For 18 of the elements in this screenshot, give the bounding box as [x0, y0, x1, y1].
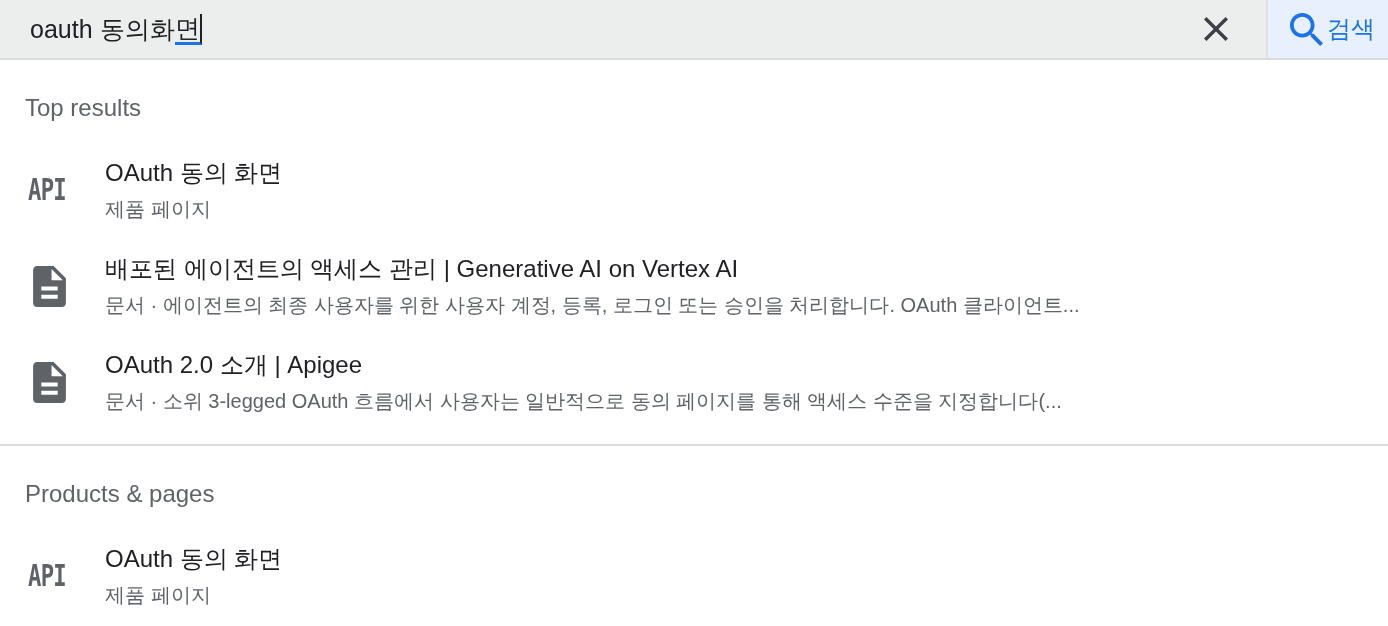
section-heading: Top results — [24, 94, 143, 122]
result-description: 문서 · 에이전트의 최종 사용자를 위한 사용자 계정, 등록, 로그인 또는 승인을 처리합니다. OAuth 클라이언트... — [105, 294, 1080, 316]
result-title[interactable]: OAuth 동의 화면 — [105, 545, 283, 572]
result-description: 문서 · 소위 3-legged OAuth 흐름에서 사용자는 일반적으로 동의 페이지를 통해 액세스 수준을 지정합니다(... — [105, 390, 1062, 412]
search-button[interactable]: 검색 — [1266, 0, 1388, 58]
result-title[interactable]: OAuth 2.0 소개 | Apigee — [105, 351, 363, 378]
api-label: API — [28, 175, 66, 205]
section-heading: Products & pages — [24, 480, 216, 508]
search-field[interactable]: oauth 동의화면 — [0, 0, 1166, 58]
result-description: 제품 페이지 — [105, 198, 211, 220]
document-icon — [33, 265, 66, 307]
close-icon — [1204, 17, 1228, 41]
api-label: API — [28, 561, 66, 591]
search-icon — [1290, 12, 1323, 46]
result-title[interactable]: OAuth 동의 화면 — [105, 159, 283, 186]
result-title[interactable]: 배포된 에이전트의 액세스 관리 | Generative AI on Vertex AI — [105, 255, 739, 282]
result-description: 제품 페이지 — [105, 584, 211, 606]
document-icon — [33, 361, 66, 403]
